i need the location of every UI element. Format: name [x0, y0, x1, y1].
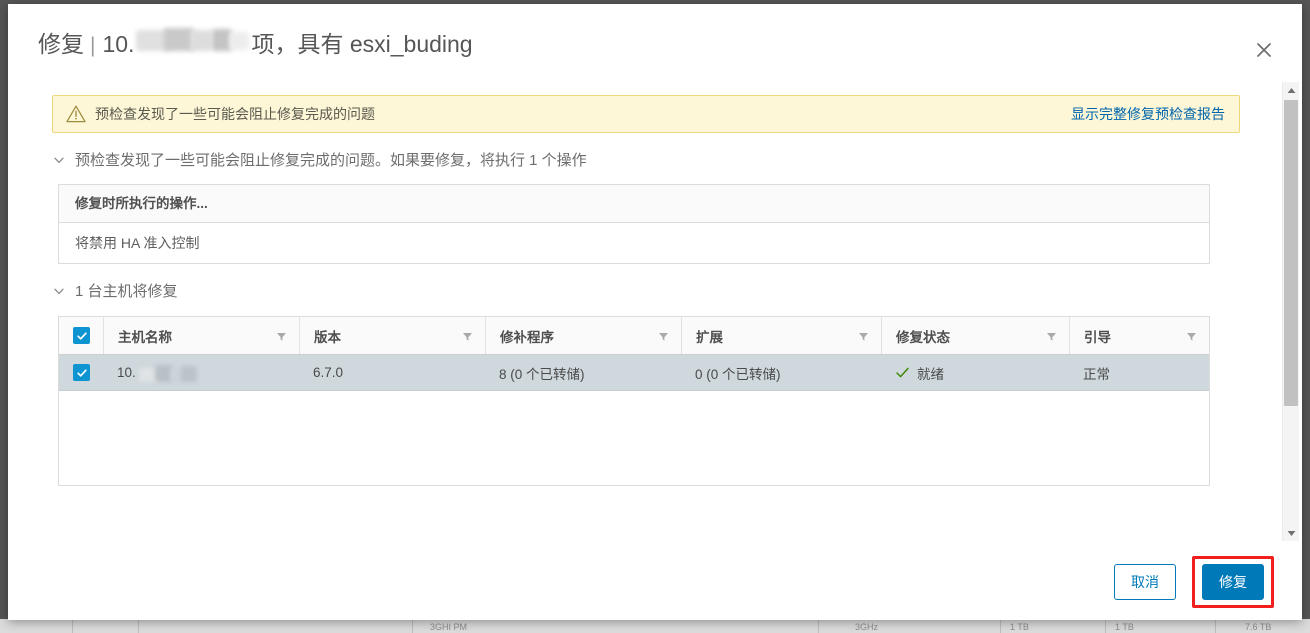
section-label-precheck-issues: 预检查发现了一些可能会阻止修复完成的问题。如果要修复，将执行 1 个操作	[75, 152, 587, 169]
cell-host-label: 10.	[117, 365, 136, 380]
filter-icon[interactable]	[858, 330, 869, 341]
dialog-header: 修复 | 10. 项，具有 esxi_buding	[8, 4, 1302, 78]
remediate-button-highlight: 修复	[1192, 555, 1274, 608]
section-header-hosts-to-remediate[interactable]: 1 台主机将修复	[52, 280, 1280, 301]
background-divider	[818, 619, 819, 633]
dialog-scroll-content: 预检查发现了一些可能会阻止修复完成的问题 显示完整修复预检查报告 预检查发现了一…	[8, 78, 1280, 543]
row-checkbox[interactable]	[73, 364, 90, 381]
cell-host: 10.	[103, 355, 299, 390]
column-header-boot[interactable]: 引导	[1069, 317, 1209, 354]
remediate-dialog: 修复 | 10. 项，具有 esxi_buding 预检查发现了一些可能会阻止修…	[8, 4, 1302, 620]
section-label-hosts-to-remediate: 1 台主机将修复	[75, 283, 178, 300]
background-divider	[72, 619, 73, 633]
actions-table: 修复时所执行的操作... 将禁用 HA 准入控制	[58, 184, 1210, 264]
dialog-title: 修复 | 10. 项，具有 esxi_buding	[38, 28, 1272, 61]
chevron-down-icon	[52, 153, 66, 167]
background-cell: 1 TB	[1010, 622, 1029, 632]
select-all-cell	[59, 317, 103, 354]
filter-icon[interactable]	[276, 330, 287, 341]
background-divider	[412, 619, 413, 633]
actions-table-header: 修复时所执行的操作...	[59, 185, 1209, 223]
dialog-title-ip-prefix: 10.	[102, 31, 135, 57]
filter-icon[interactable]	[462, 330, 473, 341]
background-table-strip: 3GHI PM 3GHz 1 TB 1 TB 7.6 TB	[0, 619, 1310, 633]
dialog-title-separator: |	[90, 34, 96, 57]
section-header-precheck-issues[interactable]: 预检查发现了一些可能会阻止修复完成的问题。如果要修复，将执行 1 个操作	[52, 149, 1280, 170]
scrollbar-thumb[interactable]	[1284, 100, 1298, 406]
filter-icon[interactable]	[1046, 330, 1057, 341]
background-cell: 7.6 TB	[1245, 622, 1272, 632]
background-cell: 3GHz	[855, 622, 879, 632]
background-divider	[138, 619, 139, 633]
select-all-checkbox[interactable]	[73, 327, 90, 344]
show-full-precheck-report-link[interactable]: 显示完整修复预检查报告	[1071, 104, 1225, 124]
warning-triangle-icon	[65, 103, 87, 125]
cancel-button[interactable]: 取消	[1114, 563, 1176, 600]
column-header-status-label: 修复状态	[896, 329, 950, 345]
filter-icon[interactable]	[658, 330, 669, 341]
hosts-grid-header-row: 主机名称 版本 修补程序 扩展 修复状态 引导	[59, 317, 1209, 355]
column-header-patch[interactable]: 修补程序	[485, 317, 681, 354]
column-header-version[interactable]: 版本	[299, 317, 485, 354]
cell-status: 就绪	[881, 355, 1069, 390]
status-badge: 就绪	[917, 366, 944, 382]
remediate-button[interactable]: 修复	[1202, 563, 1264, 600]
redacted-ip-cell	[137, 364, 207, 382]
scroll-up-arrow-icon[interactable]	[1283, 82, 1299, 98]
dialog-footer: 取消 修复	[8, 543, 1302, 620]
row-select-cell	[59, 355, 103, 390]
warning-message: 预检查发现了一些可能会阻止修复完成的问题	[95, 106, 375, 122]
dialog-title-prefix: 修复	[38, 31, 84, 57]
cell-boot: 正常	[1083, 366, 1110, 382]
column-header-extension-label: 扩展	[696, 329, 723, 345]
cell-extension: 0 (0 个已转储)	[695, 366, 781, 382]
scroll-down-arrow-icon[interactable]	[1283, 525, 1299, 541]
filter-icon[interactable]	[1186, 330, 1197, 341]
actions-table-row: 将禁用 HA 准入控制	[75, 235, 200, 251]
background-divider	[1000, 619, 1001, 633]
background-divider	[1105, 619, 1106, 633]
hosts-grid: 主机名称 版本 修补程序 扩展 修复状态 引导 10. 6.7.0 8 (0 个…	[58, 316, 1210, 486]
column-header-patch-label: 修补程序	[500, 329, 554, 345]
cell-version: 6.7.0	[313, 365, 344, 380]
table-row[interactable]: 10. 6.7.0 8 (0 个已转储) 0 (0 个已转储) 就绪 正常	[59, 355, 1209, 391]
column-header-host[interactable]: 主机名称	[103, 317, 299, 354]
background-cell: 1 TB	[1115, 622, 1134, 632]
column-header-boot-label: 引导	[1084, 329, 1111, 345]
precheck-warning-banner: 预检查发现了一些可能会阻止修复完成的问题 显示完整修复预检查报告	[52, 95, 1240, 133]
dialog-title-suffix: 项，具有 esxi_buding	[251, 31, 473, 57]
background-divider	[1215, 619, 1216, 633]
chevron-down-icon	[52, 284, 66, 298]
vertical-scrollbar[interactable]	[1282, 82, 1299, 541]
cell-patch: 8 (0 个已转储)	[499, 366, 585, 382]
background-cell: 3GHI PM	[430, 622, 468, 632]
column-header-host-label: 主机名称	[118, 329, 172, 345]
column-header-version-label: 版本	[314, 329, 341, 345]
dialog-body: 预检查发现了一些可能会阻止修复完成的问题 显示完整修复预检查报告 预检查发现了一…	[8, 78, 1302, 543]
column-header-extension[interactable]: 扩展	[681, 317, 881, 354]
redacted-ip-title	[134, 28, 250, 52]
green-check-icon	[895, 365, 910, 380]
column-header-status[interactable]: 修复状态	[881, 317, 1069, 354]
close-icon[interactable]	[1248, 34, 1280, 66]
